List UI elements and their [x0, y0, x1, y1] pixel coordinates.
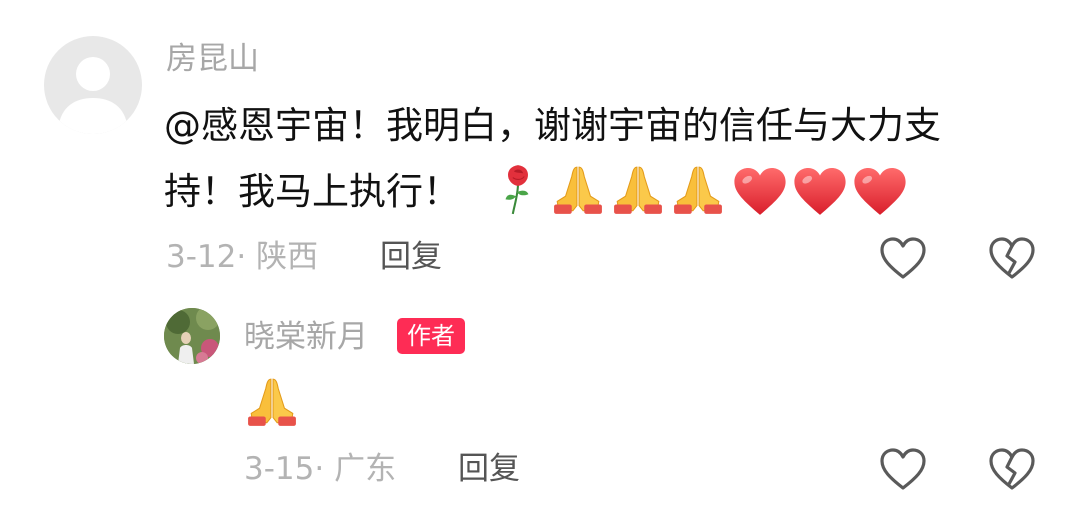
red-heart-emoji-icon — [732, 168, 788, 216]
folded-hands-emoji-icon — [612, 164, 664, 216]
author-badge: 作者 — [397, 318, 465, 354]
like-heart-icon[interactable] — [878, 235, 928, 281]
comment-reply-button[interactable]: 回复 — [380, 242, 442, 273]
dislike-broken-heart-icon[interactable] — [987, 235, 1037, 281]
comment-text-line2: 持！我马上执行！ — [164, 162, 460, 222]
user-avatar-placeholder[interactable] — [44, 36, 142, 134]
like-heart-icon[interactable] — [878, 446, 928, 492]
folded-hands-emoji-icon — [672, 164, 724, 216]
rose-emoji-icon — [494, 163, 542, 215]
folded-hands-emoji-icon — [246, 376, 298, 428]
dislike-broken-heart-icon[interactable] — [987, 446, 1037, 492]
folded-hands-emoji-icon — [552, 164, 604, 216]
avatar-photo-icon — [164, 308, 220, 364]
reply-date-location: 3-15· 广东 — [244, 451, 397, 487]
comment-date-location: 3-12· 陕西 — [166, 239, 319, 275]
default-user-icon — [58, 57, 128, 134]
reply-user-avatar[interactable] — [164, 308, 220, 364]
comment-text-line2-text: 持！我马上执行！ — [164, 170, 460, 213]
reply-username[interactable]: 晓棠新月 — [244, 322, 368, 353]
red-heart-emoji-icon — [852, 168, 908, 216]
red-heart-emoji-icon — [792, 168, 848, 216]
comment-username[interactable]: 房昆山 — [166, 44, 259, 75]
comment-text-line1: @感恩宇宙！我明白，谢谢宇宙的信任与大力支 — [164, 104, 941, 147]
reply-reply-button[interactable]: 回复 — [458, 454, 520, 485]
